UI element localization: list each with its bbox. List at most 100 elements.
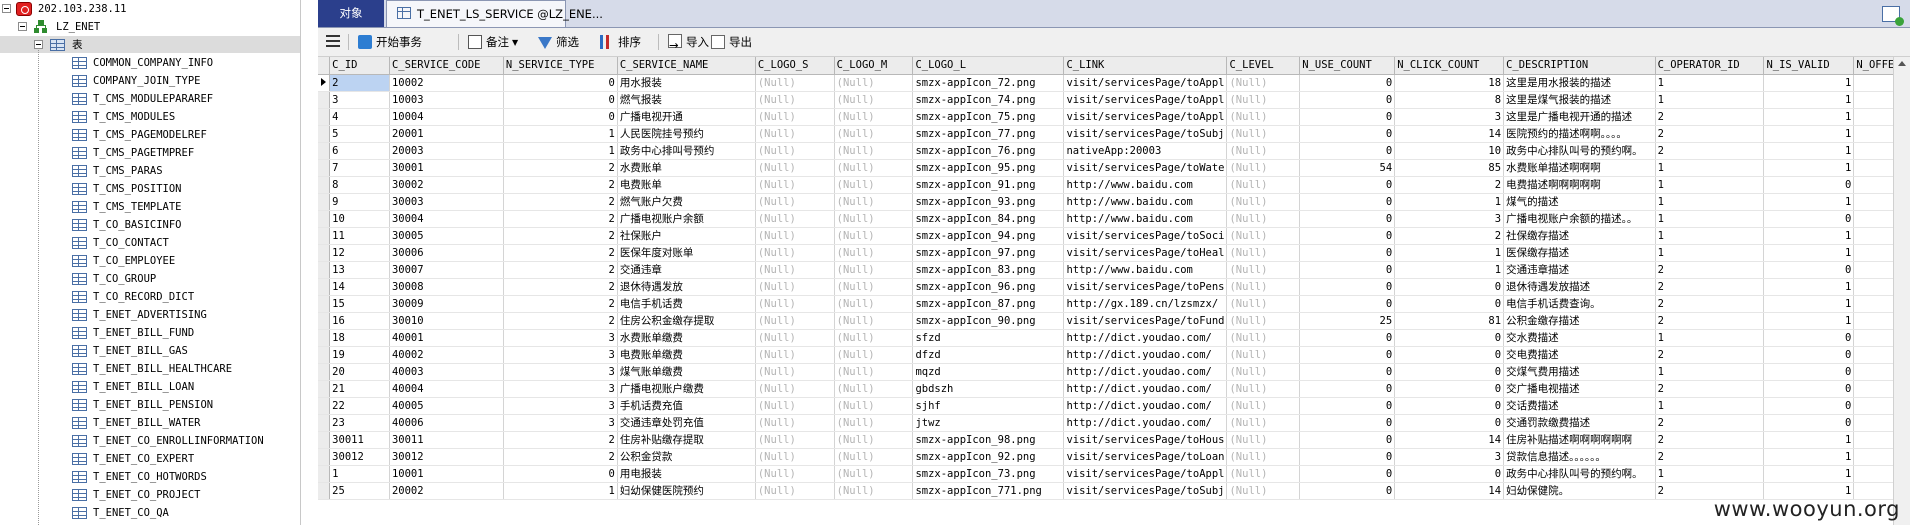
- table-cell[interactable]: (Null): [834, 159, 914, 177]
- table-cell[interactable]: 0: [1299, 329, 1396, 347]
- table-cell[interactable]: visit/servicesPage/toHeal: [1063, 244, 1228, 262]
- table-cell[interactable]: 退休待遇发放: [617, 278, 756, 296]
- table-cell[interactable]: (Null): [755, 142, 835, 160]
- table-cell[interactable]: (Null): [755, 363, 835, 381]
- table-cell[interactable]: 0: [1299, 261, 1396, 279]
- table-cell[interactable]: (Null): [834, 380, 914, 398]
- table-cell[interactable]: (Null): [1226, 176, 1301, 194]
- table-row[interactable]: 18 40001 3 水费账单缴费 (Null) (Null) sfzd http://dic…: [318, 329, 1910, 347]
- column-header[interactable]: C_LOGO_S: [755, 57, 835, 75]
- filter-button[interactable]: 筛选: [538, 32, 579, 52]
- table-cell[interactable]: 0: [1299, 414, 1396, 432]
- table-cell[interactable]: (Null): [834, 227, 914, 245]
- table-cell[interactable]: 25: [1299, 312, 1396, 330]
- table-cell[interactable]: 7: [329, 159, 390, 177]
- table-cell[interactable]: 用电报装: [617, 465, 756, 483]
- table-cell[interactable]: 2: [1655, 414, 1765, 432]
- row-indicator[interactable]: [318, 244, 331, 262]
- table-cell[interactable]: 交通违章处罚充值: [617, 414, 756, 432]
- table-row[interactable]: 3 10003 0 燃气报装 (Null) (Null) smzx-appIcon_74.p…: [318, 91, 1910, 109]
- table-row[interactable]: 15 30009 2 电信手机话费 (Null) (Null) smzx-appIcon_8…: [318, 295, 1910, 313]
- table-cell[interactable]: 3: [1394, 210, 1505, 228]
- table-cell[interactable]: 水费账单描述啊啊啊: [1503, 159, 1656, 177]
- table-cell[interactable]: 燃气账户欠费: [617, 193, 756, 211]
- table-cell[interactable]: 40002: [389, 346, 504, 364]
- table-cell[interactable]: (Null): [834, 363, 914, 381]
- table-row[interactable]: 23 40006 3 交通违章处罚充值 (Null) (Null) jtwz http://d…: [318, 414, 1910, 432]
- table-cell[interactable]: 0: [1763, 210, 1855, 228]
- table-cell[interactable]: (Null): [1226, 91, 1301, 109]
- table-row[interactable]: 19 40002 3 电费账单缴费 (Null) (Null) dfzd http://dic…: [318, 346, 1910, 364]
- table-cell[interactable]: smzx-appIcon_91.png: [912, 176, 1065, 194]
- table-cell[interactable]: 住房公积金缴存提取: [617, 312, 756, 330]
- table-cell[interactable]: 11: [329, 227, 390, 245]
- table-cell[interactable]: 妇幼保健医院预约: [617, 482, 756, 500]
- table-cell[interactable]: 30008: [389, 278, 504, 296]
- table-cell[interactable]: 10: [329, 210, 390, 228]
- row-indicator[interactable]: [318, 125, 331, 143]
- table-cell[interactable]: 住房补贴缴存提取: [617, 431, 756, 449]
- table-cell[interactable]: 水费账单缴费: [617, 329, 756, 347]
- table-cell[interactable]: 社保账户: [617, 227, 756, 245]
- row-indicator[interactable]: [318, 159, 331, 177]
- table-cell[interactable]: http://dict.youdao.com/: [1063, 397, 1228, 415]
- export-button[interactable]: 导出: [711, 32, 752, 52]
- table-cell[interactable]: 公积金贷款: [617, 448, 756, 466]
- table-cell[interactable]: 0: [1394, 346, 1505, 364]
- table-cell[interactable]: sfzd: [912, 329, 1065, 347]
- table-cell[interactable]: 妇幼保健院。: [1503, 482, 1656, 500]
- table-cell[interactable]: 14: [329, 278, 390, 296]
- table-cell[interactable]: 0: [503, 108, 618, 126]
- table-cell[interactable]: 0: [1763, 329, 1855, 347]
- table-cell[interactable]: 人民医院挂号预约: [617, 125, 756, 143]
- new-table-icon[interactable]: [1882, 6, 1904, 26]
- table-cell[interactable]: dfzd: [912, 346, 1065, 364]
- table-cell[interactable]: 40005: [389, 397, 504, 415]
- table-cell[interactable]: 30012: [329, 448, 390, 466]
- table-cell[interactable]: 1: [1763, 142, 1855, 160]
- table-cell[interactable]: 30009: [389, 295, 504, 313]
- table-cell[interactable]: gbdszh: [912, 380, 1065, 398]
- table-cell[interactable]: (Null): [1226, 363, 1301, 381]
- table-cell[interactable]: 0: [1763, 261, 1855, 279]
- table-cell[interactable]: 30012: [389, 448, 504, 466]
- table-cell[interactable]: 10004: [389, 108, 504, 126]
- table-cell[interactable]: 2: [1655, 108, 1765, 126]
- table-cell[interactable]: 19: [329, 346, 390, 364]
- table-cell[interactable]: 6: [329, 142, 390, 160]
- table-cell[interactable]: (Null): [834, 210, 914, 228]
- table-cell[interactable]: (Null): [1226, 74, 1301, 92]
- table-cell[interactable]: 2: [503, 278, 618, 296]
- table-cell[interactable]: 0: [503, 465, 618, 483]
- table-cell[interactable]: 1: [1763, 431, 1855, 449]
- table-cell[interactable]: 3: [1394, 448, 1505, 466]
- table-cell[interactable]: 30010: [389, 312, 504, 330]
- table-cell[interactable]: (Null): [1226, 380, 1301, 398]
- table-cell[interactable]: 2: [1655, 125, 1765, 143]
- table-cell[interactable]: 这里是煤气报装的描述: [1503, 91, 1656, 109]
- table-cell[interactable]: 公积金缴存描述: [1503, 312, 1656, 330]
- table-cell[interactable]: 1: [1763, 278, 1855, 296]
- table-cell[interactable]: 1: [1763, 448, 1855, 466]
- table-cell[interactable]: (Null): [755, 295, 835, 313]
- table-cell[interactable]: 2: [503, 176, 618, 194]
- row-indicator[interactable]: [318, 482, 331, 500]
- table-cell[interactable]: 0: [1299, 176, 1396, 194]
- table-cell[interactable]: 医保年度对账单: [617, 244, 756, 262]
- table-cell[interactable]: 18: [329, 329, 390, 347]
- table-cell[interactable]: 12: [329, 244, 390, 262]
- table-cell[interactable]: visit/servicesPage/toSubj: [1063, 482, 1228, 500]
- table-row[interactable]: 14 30008 2 退休待遇发放 (Null) (Null) smzx-appIcon_9…: [318, 278, 1910, 296]
- table-cell[interactable]: 2: [1655, 312, 1765, 330]
- table-cell[interactable]: 1: [1655, 227, 1765, 245]
- table-cell[interactable]: (Null): [755, 312, 835, 330]
- table-cell[interactable]: (Null): [834, 176, 914, 194]
- table-cell[interactable]: 3: [503, 363, 618, 381]
- table-cell[interactable]: smzx-appIcon_84.png: [912, 210, 1065, 228]
- row-indicator[interactable]: [318, 295, 331, 313]
- table-cell[interactable]: (Null): [755, 108, 835, 126]
- table-cell[interactable]: 0: [1299, 380, 1396, 398]
- table-cell[interactable]: visit/servicesPage/toPens: [1063, 278, 1228, 296]
- row-indicator[interactable]: [318, 91, 331, 109]
- table-cell[interactable]: visit/servicesPage/toFund: [1063, 312, 1228, 330]
